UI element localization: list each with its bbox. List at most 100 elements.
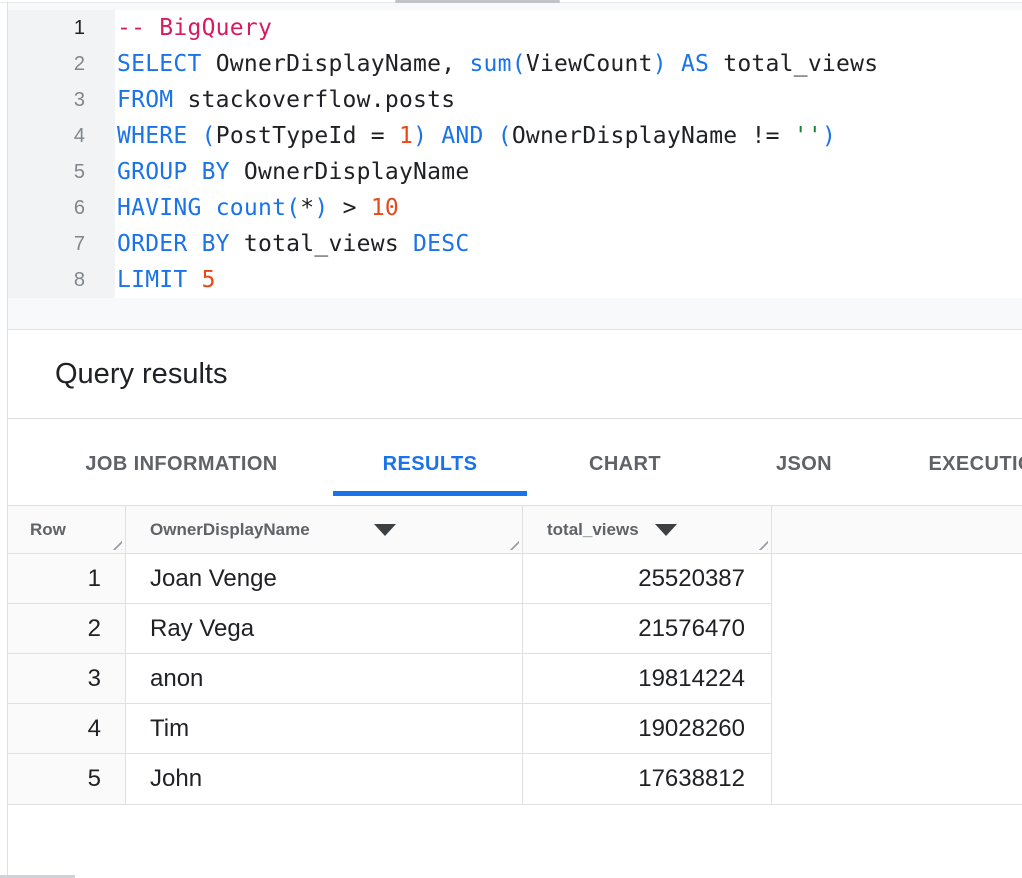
bigquery-results-panel: 1 2 3 4 5 6 7 8 -- BigQuery SELECT Owner… xyxy=(0,0,1022,878)
sql-token: stackoverflow.posts xyxy=(173,87,455,113)
code-line: -- BigQuery xyxy=(117,10,1022,46)
row-number-cell: 4 xyxy=(8,704,126,754)
sql-token: ORDER BY xyxy=(117,231,230,257)
owner-name-cell: John xyxy=(126,754,523,804)
filler-cell xyxy=(772,554,1022,604)
column-label: total_views xyxy=(547,520,639,540)
sql-token xyxy=(188,267,202,293)
line-number: 2 xyxy=(8,46,115,82)
page-title: Query results xyxy=(8,358,227,391)
code-line: GROUP BY OwnerDisplayName xyxy=(117,154,1022,190)
sql-token: total_views xyxy=(230,231,413,257)
sql-token: 10 xyxy=(371,195,399,221)
tab-label: CHART xyxy=(589,453,661,476)
results-table: Row OwnerDisplayName total_views 1 Joan … xyxy=(8,505,1022,805)
sql-token: GROUP BY xyxy=(117,159,230,185)
column-resize-handle[interactable] xyxy=(109,537,122,550)
results-tabbar: JOB INFORMATION RESULTS CHART JSON EXECU… xyxy=(8,419,1022,504)
column-label: OwnerDisplayName xyxy=(150,520,310,540)
sql-token: SELECT xyxy=(117,51,202,77)
column-resize-handle[interactable] xyxy=(755,537,768,550)
filler-cell xyxy=(772,704,1022,754)
sql-token: OwnerDisplayName != xyxy=(512,123,794,149)
column-label: Row xyxy=(30,520,66,540)
owner-name-cell: Joan Venge xyxy=(126,554,523,604)
sql-token: WHERE xyxy=(117,123,188,149)
tab-label: JSON xyxy=(776,453,832,476)
sql-token: HAVING xyxy=(117,195,202,221)
table-row: 3 anon 19814224 xyxy=(8,654,1022,704)
sql-token: * xyxy=(300,195,314,221)
total-views-cell: 25520387 xyxy=(523,554,772,604)
line-number: 7 xyxy=(8,226,115,262)
sql-token xyxy=(188,123,202,149)
sql-token: sum( xyxy=(469,51,525,77)
column-header-total-views[interactable]: total_views xyxy=(523,506,772,553)
sql-token: ) xyxy=(822,123,836,149)
sql-token: OwnerDisplayName xyxy=(230,159,470,185)
sql-token: AS xyxy=(681,51,709,77)
line-number-gutter: 1 2 3 4 5 6 7 8 xyxy=(8,10,115,298)
table-row: 2 Ray Vega 21576470 xyxy=(8,604,1022,654)
sql-token: ViewCount xyxy=(526,51,653,77)
filler-cell xyxy=(772,604,1022,654)
row-number-cell: 2 xyxy=(8,604,126,654)
column-header-filler xyxy=(772,506,1022,553)
sql-token: ( xyxy=(202,123,216,149)
row-number-cell: 5 xyxy=(8,754,126,804)
line-number: 3 xyxy=(8,82,115,118)
sql-token: 1 xyxy=(399,123,413,149)
sql-token: LIMIT xyxy=(117,267,188,293)
line-number: 4 xyxy=(8,118,115,154)
code-line: FROM stackoverflow.posts xyxy=(117,82,1022,118)
total-views-cell: 21576470 xyxy=(523,604,772,654)
sql-editor[interactable]: 1 2 3 4 5 6 7 8 -- BigQuery SELECT Owner… xyxy=(8,3,1022,330)
tab-chart[interactable]: CHART xyxy=(527,425,723,504)
sql-token: ) xyxy=(413,123,427,149)
sql-token: '' xyxy=(794,123,822,149)
tab-label: EXECUTION DETAILS xyxy=(928,453,1022,476)
sql-token xyxy=(667,51,681,77)
column-dropdown-icon[interactable] xyxy=(655,524,677,536)
line-number: 5 xyxy=(8,154,115,190)
total-views-cell: 17638812 xyxy=(523,754,772,804)
code-line: HAVING count(*) > 10 xyxy=(117,190,1022,226)
table-row: 5 John 17638812 xyxy=(8,754,1022,804)
total-views-cell: 19814224 xyxy=(523,654,772,704)
column-dropdown-icon[interactable] xyxy=(374,524,396,536)
column-header-row: Row xyxy=(8,506,126,553)
sql-token: -- BigQuery xyxy=(117,15,272,41)
code-line: WHERE (PostTypeId = 1) AND (OwnerDisplay… xyxy=(117,118,1022,154)
sql-token: > xyxy=(329,195,371,221)
filler-cell xyxy=(772,654,1022,704)
line-number: 1 xyxy=(8,10,115,46)
filler-cell xyxy=(772,754,1022,804)
tab-json[interactable]: JSON xyxy=(723,425,885,504)
sql-token: OwnerDisplayName, xyxy=(202,51,470,77)
sql-token: ( xyxy=(498,123,512,149)
line-number: 6 xyxy=(8,190,115,226)
sql-token xyxy=(427,123,441,149)
sql-token xyxy=(484,123,498,149)
sql-token: DESC xyxy=(413,231,469,257)
tab-results[interactable]: RESULTS xyxy=(333,425,527,504)
code-line: LIMIT 5 xyxy=(117,262,1022,298)
sql-token xyxy=(202,195,216,221)
code-line: SELECT OwnerDisplayName, sum(ViewCount) … xyxy=(117,46,1022,82)
sql-token: AND xyxy=(441,123,483,149)
sql-token: total_views xyxy=(709,51,878,77)
row-number-cell: 3 xyxy=(8,654,126,704)
sql-token: 5 xyxy=(202,267,216,293)
sql-code: -- BigQuery SELECT OwnerDisplayName, sum… xyxy=(117,10,1022,298)
query-results-header: Query results xyxy=(8,330,1022,419)
tab-execution-details[interactable]: EXECUTION DETAILS xyxy=(885,425,1022,504)
table-row: 4 Tim 19028260 xyxy=(8,704,1022,754)
code-line: ORDER BY total_views DESC xyxy=(117,226,1022,262)
column-resize-handle[interactable] xyxy=(506,537,519,550)
row-number-cell: 1 xyxy=(8,554,126,604)
line-number: 8 xyxy=(8,262,115,298)
column-header-ownerdisplayname[interactable]: OwnerDisplayName xyxy=(126,506,523,553)
owner-name-cell: anon xyxy=(126,654,523,704)
tab-job-information[interactable]: JOB INFORMATION xyxy=(30,425,333,504)
sql-token: count( xyxy=(216,195,301,221)
